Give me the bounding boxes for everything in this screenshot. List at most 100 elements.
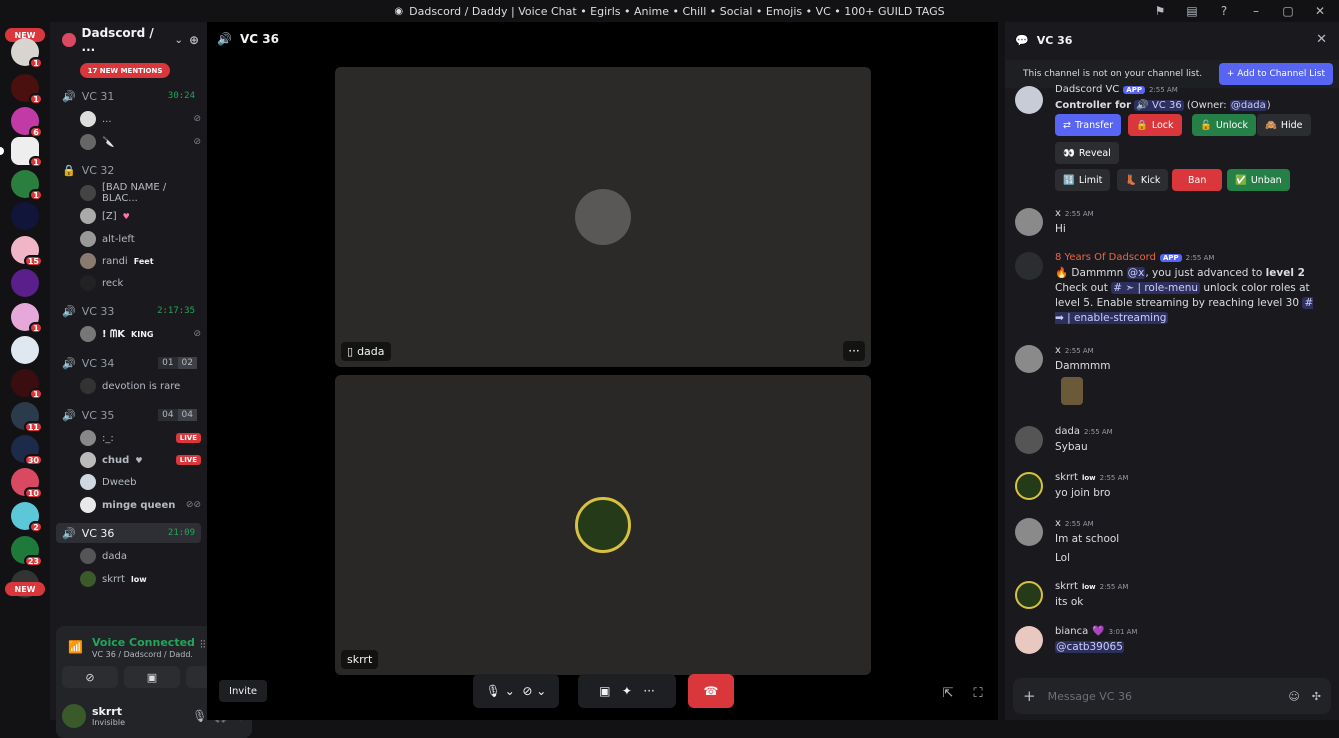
avatar[interactable]: [1015, 518, 1043, 546]
noise-suppression-icon[interactable]: ⫶⫶: [200, 638, 206, 652]
close-window-icon[interactable]: ✕: [1311, 2, 1329, 20]
channel-vc-33[interactable]: 🔊 VC 33 2:17:35: [56, 301, 201, 321]
avatar[interactable]: [62, 704, 86, 728]
close-icon[interactable]: ✕: [1316, 32, 1327, 47]
emoji-icon[interactable]: ☺: [1288, 690, 1299, 703]
screen-share-button[interactable]: ▣: [124, 666, 180, 688]
speaker-icon: 🔊: [62, 408, 76, 422]
message-composer[interactable]: + Message VC 36 ☺ ✣: [1013, 678, 1331, 714]
participant-tile-dada[interactable]: ▯ dada ···: [335, 67, 871, 367]
chat-bubble-icon: 💬: [1015, 33, 1029, 47]
voice-member[interactable]: [BAD NAME / BLAC...: [80, 182, 201, 204]
lock-button[interactable]: 🔒 Lock: [1128, 114, 1182, 136]
channel-vc-31[interactable]: 🔊 VC 31 30:24: [56, 86, 201, 106]
voice-member[interactable]: [Z] ♥: [80, 206, 201, 226]
reveal-button[interactable]: 👀 Reveal: [1055, 142, 1119, 164]
add-to-channel-list-button[interactable]: + Add to Channel List: [1218, 63, 1333, 85]
inbox-flag-icon[interactable]: ⚑: [1151, 2, 1169, 20]
maximize-icon[interactable]: ▢: [1279, 2, 1297, 20]
voice-member[interactable]: skrrt low: [80, 569, 201, 589]
voice-status[interactable]: Voice Connected: [92, 636, 195, 649]
voice-member[interactable]: ! ᗰK KING ⊘: [80, 324, 201, 344]
add-friend-icon[interactable]: ⊕: [189, 33, 199, 47]
server-icon[interactable]: 1: [11, 170, 43, 201]
avatar[interactable]: [1015, 426, 1043, 454]
avatar: [80, 430, 96, 446]
server-icon[interactable]: 1: [11, 74, 43, 105]
mic-control[interactable]: 🎙 ⌄ ⊘ ⌄: [473, 674, 559, 708]
voice-member[interactable]: alt-left: [80, 229, 201, 249]
avatar[interactable]: [1015, 252, 1043, 280]
server-icon[interactable]: 6: [11, 107, 43, 138]
hide-button[interactable]: 🙈 Hide: [1257, 114, 1311, 136]
share-activity-controls[interactable]: ▣ ✦ ···: [578, 674, 676, 708]
channel-vc-35[interactable]: 🔊 VC 35 04 04: [56, 405, 201, 425]
avatar[interactable]: [1015, 581, 1043, 609]
kick-button[interactable]: 👢 Kick: [1117, 169, 1169, 191]
channel-vc-32[interactable]: 🔒 VC 32: [56, 160, 201, 180]
voice-member[interactable]: 🔪 ⊘: [80, 132, 201, 152]
voice-member[interactable]: devotion is rare: [80, 376, 201, 396]
channel-vc-36[interactable]: 🔊 VC 36 21:09: [56, 523, 201, 543]
ban-button[interactable]: Ban: [1172, 169, 1223, 191]
voice-member[interactable]: dada: [80, 546, 201, 566]
avatar[interactable]: [1015, 86, 1043, 114]
more-options-button[interactable]: ···: [843, 341, 865, 361]
server-icon[interactable]: 1: [11, 369, 43, 400]
tile-name-label: skrrt: [341, 650, 379, 669]
server-icon[interactable]: 1: [11, 38, 43, 69]
voice-member[interactable]: Dweeb: [80, 472, 201, 492]
minimize-icon[interactable]: –: [1247, 2, 1265, 20]
server-icon[interactable]: 2: [11, 502, 43, 533]
new-mentions-pill[interactable]: 17 NEW MENTIONS: [80, 63, 170, 78]
chevron-down-icon[interactable]: ⌄: [175, 35, 183, 46]
server-icon[interactable]: [11, 202, 39, 230]
fullscreen-icon[interactable]: ⛶: [969, 684, 987, 702]
server-list: NEW 1 1 6 1 1 15 1 1 11 30 10 2 23 NEW: [0, 22, 50, 720]
voice-member[interactable]: randi Feet: [80, 251, 201, 271]
voice-member[interactable]: :_: LIVE: [80, 428, 201, 448]
server-icon[interactable]: 15: [11, 236, 43, 267]
server-icon[interactable]: 10: [11, 468, 43, 499]
server-icon[interactable]: 23: [11, 536, 43, 567]
unlock-button[interactable]: 🔓 Unlock: [1192, 114, 1256, 136]
server-header[interactable]: Dadscord / ... ⌄ ⊕: [50, 22, 207, 58]
message-input[interactable]: Message VC 36: [1048, 690, 1277, 703]
limit-button[interactable]: 🔢 Limit: [1055, 169, 1111, 191]
voice-member[interactable]: chud ♥ LIVE: [80, 450, 201, 470]
avatar: [80, 275, 96, 291]
voice-channel-path[interactable]: VC 36 / Dadscord / Dadd...: [92, 650, 192, 659]
server-icon[interactable]: [11, 336, 39, 364]
avatar[interactable]: [1015, 626, 1043, 654]
voice-member[interactable]: minge queen ⊘⊘: [80, 495, 201, 515]
help-icon[interactable]: ?: [1215, 2, 1233, 20]
unban-button[interactable]: ✅ Unban: [1227, 169, 1290, 191]
avatar: [575, 189, 631, 245]
server-icon[interactable]: 1: [11, 303, 43, 334]
server-icon[interactable]: [11, 269, 39, 297]
avatar[interactable]: [1015, 208, 1043, 236]
username[interactable]: skrrt: [92, 705, 125, 718]
server-icon[interactable]: 1: [0, 137, 43, 168]
message: 8 Years Of Dadscord APP 2:55 AM 🔥 Dammmn @…: [1015, 252, 1331, 332]
avatar[interactable]: [1015, 472, 1043, 500]
disconnect-call-button[interactable]: ☎: [688, 674, 734, 708]
apps-icon[interactable]: ✣: [1312, 690, 1321, 703]
tile-name-label: ▯ dada: [341, 342, 391, 361]
server-icon[interactable]: 30: [11, 435, 43, 466]
avatar[interactable]: [1015, 345, 1043, 373]
voice-member[interactable]: reck: [80, 273, 201, 293]
inbox-icon[interactable]: ▤: [1183, 2, 1201, 20]
channel-timer: 30:24: [167, 91, 195, 101]
attach-plus-icon[interactable]: +: [1023, 687, 1036, 705]
server-icon[interactable]: 11: [11, 402, 43, 433]
camera-off-button[interactable]: ⊘: [62, 666, 118, 688]
transfer-button[interactable]: ⇄ Transfer: [1055, 114, 1122, 136]
channel-vc-34[interactable]: 🔊 VC 34 01 02: [56, 353, 201, 373]
pop-out-icon[interactable]: ⇱: [939, 684, 957, 702]
voice-member[interactable]: ... ⊘: [80, 109, 201, 129]
avatar: [80, 208, 96, 224]
microphone-icon[interactable]: 🎙: [192, 709, 207, 723]
participant-tile-skrrt[interactable]: skrrt: [335, 375, 871, 675]
invite-button[interactable]: Invite: [219, 680, 268, 702]
